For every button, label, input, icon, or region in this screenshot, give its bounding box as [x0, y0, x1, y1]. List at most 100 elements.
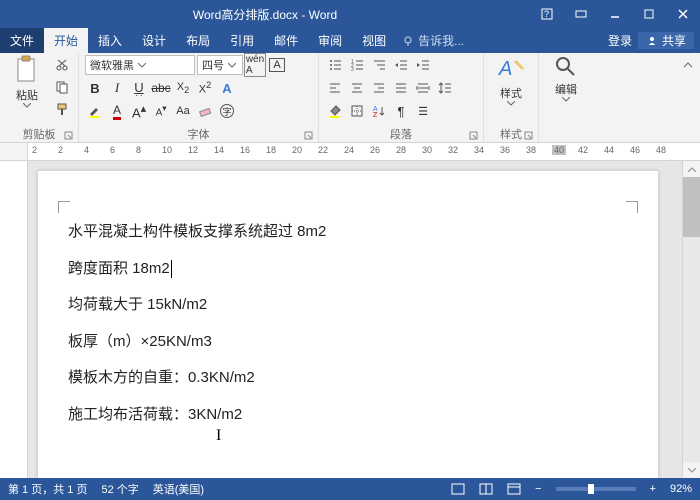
change-case-button[interactable]: Aa: [173, 101, 193, 121]
paste-button[interactable]: 粘贴: [6, 55, 48, 108]
paragraph[interactable]: 模板木方的自重：0.3KN/m2: [68, 367, 628, 390]
scroll-up-icon[interactable]: [683, 161, 700, 177]
tab-view[interactable]: 视图: [352, 28, 396, 53]
language-indicator[interactable]: 英语(美国): [153, 481, 204, 497]
distributed-button[interactable]: [413, 78, 433, 98]
underline-button[interactable]: U: [129, 78, 149, 98]
share-icon: [646, 35, 658, 47]
line-spacing-button[interactable]: [435, 78, 455, 98]
bold-button[interactable]: B: [85, 78, 105, 98]
ribbon-options-icon[interactable]: [564, 0, 598, 28]
clear-formatting-button[interactable]: [195, 101, 215, 121]
login-link[interactable]: 登录: [608, 32, 632, 49]
tab-file[interactable]: 文件: [0, 28, 44, 53]
tab-references[interactable]: 引用: [220, 28, 264, 53]
dialog-launcher-icon[interactable]: [64, 131, 74, 141]
maximize-icon[interactable]: [632, 0, 666, 28]
zoom-slider[interactable]: [556, 487, 636, 491]
tab-mailings[interactable]: 邮件: [264, 28, 308, 53]
align-right-button[interactable]: [369, 78, 389, 98]
dialog-launcher-icon[interactable]: [469, 131, 479, 141]
page-indicator[interactable]: 第 1 页，共 1 页: [8, 481, 87, 497]
decrease-indent-button[interactable]: [391, 55, 411, 75]
vertical-ruler[interactable]: [0, 161, 28, 478]
paragraph[interactable]: 均荷载大于 15kN/m2I: [68, 294, 628, 317]
dialog-launcher-icon[interactable]: [304, 131, 314, 141]
cut-button[interactable]: [52, 55, 72, 75]
zoom-level[interactable]: 92%: [670, 483, 692, 495]
zoom-thumb[interactable]: [588, 484, 594, 494]
copy-button[interactable]: [52, 77, 72, 97]
font-size-selector[interactable]: 四号: [197, 55, 243, 75]
enclose-characters-button[interactable]: 字: [217, 101, 237, 121]
superscript-button[interactable]: X2: [195, 78, 215, 98]
grow-font-button[interactable]: A▴: [129, 101, 149, 121]
asian-layout-button[interactable]: ☰: [413, 101, 433, 121]
scrollbar-track[interactable]: [683, 177, 700, 462]
enclose-icon: 字: [220, 104, 234, 118]
text-cursor: [171, 260, 172, 278]
help-icon[interactable]: ?: [530, 0, 564, 28]
share-button[interactable]: 共享: [638, 32, 694, 49]
tab-layout[interactable]: 布局: [176, 28, 220, 53]
tell-me-search[interactable]: 告诉我...: [396, 28, 602, 53]
dialog-launcher-icon[interactable]: [524, 131, 534, 141]
bullets-button[interactable]: [325, 55, 345, 75]
word-count[interactable]: 52 个字: [101, 481, 138, 497]
read-mode-view-icon[interactable]: [479, 483, 493, 495]
paragraph[interactable]: 跨度面积 18m2: [68, 258, 628, 281]
i-beam-cursor-icon: I: [216, 424, 221, 448]
show-marks-button[interactable]: ¶: [391, 101, 411, 121]
align-left-button[interactable]: [325, 78, 345, 98]
format-painter-button[interactable]: [52, 99, 72, 119]
chevron-down-icon: [228, 63, 236, 68]
vertical-scrollbar[interactable]: [682, 161, 700, 478]
align-center-button[interactable]: [347, 78, 367, 98]
text-effects-button[interactable]: A: [217, 78, 237, 98]
editing-button[interactable]: 编辑: [545, 55, 587, 102]
tab-design[interactable]: 设计: [132, 28, 176, 53]
web-layout-view-icon[interactable]: [507, 483, 521, 495]
subscript-button[interactable]: X2: [173, 78, 193, 98]
highlight-button[interactable]: [85, 101, 105, 121]
tab-home[interactable]: 开始: [44, 28, 88, 53]
tab-insert[interactable]: 插入: [88, 28, 132, 53]
chevron-up-icon: [682, 59, 694, 71]
horizontal-ruler[interactable]: 2246810121416182022242628303234363840424…: [0, 143, 700, 161]
styles-button[interactable]: A 样式: [490, 55, 532, 106]
borders-button[interactable]: [347, 101, 367, 121]
document-page[interactable]: 水平混凝土构件模板支撑系统超过 8m2 跨度面积 18m2 均荷载大于 15kN…: [38, 171, 658, 478]
paragraph[interactable]: 施工均布活荷载：3KN/m2: [68, 404, 628, 427]
collapse-ribbon-button[interactable]: [678, 55, 698, 75]
increase-indent-button[interactable]: [413, 55, 433, 75]
shrink-font-button[interactable]: A▾: [151, 101, 171, 121]
zoom-in-icon[interactable]: +: [650, 483, 656, 495]
numbering-button[interactable]: 123: [347, 55, 367, 75]
numbering-icon: 123: [350, 58, 364, 72]
paragraph[interactable]: 板厚（m）×25KN/m3: [68, 331, 628, 354]
phonetic-guide-button[interactable]: wénA: [245, 55, 265, 75]
find-icon: [554, 55, 578, 79]
close-icon[interactable]: [666, 0, 700, 28]
multilevel-list-button[interactable]: [369, 55, 389, 75]
shading-button[interactable]: [325, 101, 345, 121]
scissors-icon: [55, 58, 69, 72]
sort-button[interactable]: AZ: [369, 101, 389, 121]
print-layout-view-icon[interactable]: [451, 483, 465, 495]
zoom-out-icon[interactable]: −: [535, 483, 541, 495]
strikethrough-button[interactable]: abc: [151, 78, 171, 98]
asian-layout-icon: ☰: [418, 105, 428, 118]
tab-review[interactable]: 审阅: [308, 28, 352, 53]
chevron-down-icon: [23, 103, 31, 108]
page-scroll-container[interactable]: 水平混凝土构件模板支撑系统超过 8m2 跨度面积 18m2 均荷载大于 15kN…: [28, 161, 682, 478]
character-border-button[interactable]: A: [267, 55, 287, 75]
minimize-icon[interactable]: [598, 0, 632, 28]
paragraph[interactable]: 水平混凝土构件模板支撑系统超过 8m2: [68, 221, 628, 244]
italic-button[interactable]: I: [107, 78, 127, 98]
font-family-selector[interactable]: 微软雅黑: [85, 55, 195, 75]
justify-button[interactable]: [391, 78, 411, 98]
font-color-button[interactable]: A: [107, 101, 127, 121]
svg-text:?: ?: [544, 9, 549, 19]
scroll-down-icon[interactable]: [683, 462, 700, 478]
scrollbar-thumb[interactable]: [683, 177, 700, 237]
